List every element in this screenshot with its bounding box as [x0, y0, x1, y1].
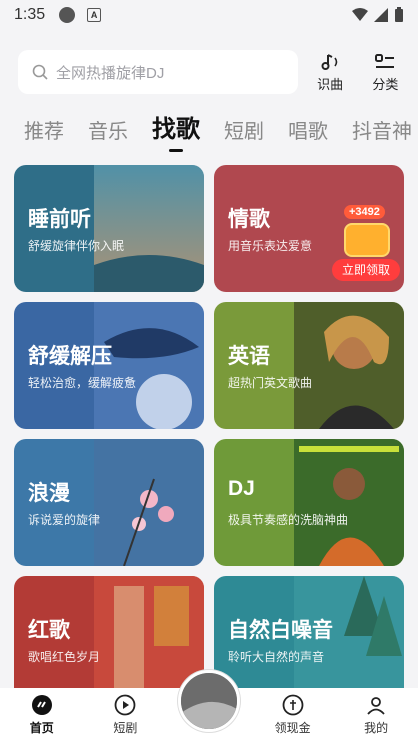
card-relax[interactable]: 舒缓解压 轻松治愈，缓解疲惫 — [14, 302, 204, 429]
search-icon — [32, 64, 48, 80]
card-subtitle: 极具节奏感的洗脑神曲 — [228, 513, 349, 527]
song-category-grid: 睡前听 舒缓旋律伴你入眠 情歌 用音乐表达爱意 +3492 立即领取 舒缓解压 … — [14, 165, 404, 703]
recognize-label: 识曲 — [317, 76, 344, 92]
card-subtitle: 轻松治愈，缓解疲惫 — [28, 376, 137, 390]
nav-home-label: 首页 — [29, 721, 54, 735]
wifi-icon — [352, 8, 368, 21]
card-subtitle: 聆听大自然的声音 — [228, 650, 325, 664]
card-title: 情歌 — [228, 208, 270, 231]
notification-dot-icon — [59, 7, 76, 23]
app-badge-icon: A — [87, 8, 102, 22]
card-subtitle: 用音乐表达爱意 — [228, 239, 313, 253]
reward-promo[interactable]: +3492 立即领取 — [332, 205, 402, 283]
music-recognize-icon — [321, 53, 338, 70]
tab-recommend[interactable]: 推荐 — [24, 115, 64, 144]
status-bar: 1:35 A — [0, 0, 418, 30]
play-icon — [114, 694, 136, 716]
flower-art-icon — [94, 439, 204, 566]
card-title: 浪漫 — [28, 482, 70, 505]
card-dj[interactable]: DJ 极具节奏感的洗脑神曲 — [214, 439, 404, 566]
card-title: 舒缓解压 — [28, 345, 112, 368]
nav-earn-label: 领现金 — [274, 721, 311, 735]
card-subtitle: 歌唱红色岁月 — [28, 650, 101, 664]
card-title: 英语 — [228, 345, 270, 368]
tab-douyin[interactable]: 抖音神 — [352, 115, 412, 144]
status-time: 1:35 — [14, 6, 46, 23]
card-romance[interactable]: 浪漫 诉说爱的旋律 — [14, 439, 204, 566]
coin-icon — [282, 694, 303, 716]
nav-mine[interactable]: 我的 — [346, 694, 406, 736]
tab-sing[interactable]: 唱歌 — [288, 115, 328, 144]
search-row: 全网热播旋律DJ 识曲 分类 — [18, 50, 408, 94]
card-title: DJ — [228, 477, 255, 500]
category-label: 分类 — [372, 76, 399, 92]
reward-amount: +3492 — [344, 205, 385, 219]
album-cover-icon — [181, 673, 237, 729]
card-love-song[interactable]: 情歌 用音乐表达爱意 +3492 立即领取 — [214, 165, 404, 292]
tab-short-drama[interactable]: 短剧 — [224, 115, 264, 144]
moon-art-icon — [94, 165, 204, 292]
card-english[interactable]: 英语 超热门英文歌曲 — [214, 302, 404, 429]
search-input[interactable]: 全网热播旋律DJ — [18, 50, 298, 94]
disco-art-icon — [294, 439, 404, 566]
nav-earn[interactable]: 领现金 — [263, 694, 323, 736]
card-sleep[interactable]: 睡前听 舒缓旋律伴你入眠 — [14, 165, 204, 292]
claim-now-button[interactable]: 立即领取 — [332, 259, 400, 281]
category-icon — [375, 53, 395, 68]
card-subtitle: 诉说爱的旋律 — [28, 513, 101, 527]
category-button[interactable]: 分类 — [363, 52, 408, 93]
battery-icon — [395, 7, 403, 22]
recognize-button[interactable]: 识曲 — [308, 52, 353, 93]
user-icon — [367, 697, 385, 715]
card-title: 自然白噪音 — [228, 619, 333, 642]
treasure-chest-icon — [344, 223, 390, 257]
tab-find-song[interactable]: 找歌 — [152, 109, 200, 152]
card-subtitle: 舒缓旋律伴你入眠 — [28, 239, 125, 253]
tab-music[interactable]: 音乐 — [88, 115, 128, 144]
card-white-noise[interactable]: 自然白噪音 聆听大自然的声音 — [214, 576, 404, 703]
card-title: 红歌 — [28, 619, 70, 642]
now-playing-disc[interactable] — [178, 670, 240, 732]
nav-home[interactable]: 首页 — [12, 694, 72, 736]
nav-short-drama[interactable]: 短剧 — [95, 694, 155, 736]
nav-short-drama-label: 短剧 — [113, 721, 138, 735]
card-red-song[interactable]: 红歌 歌唱红色岁月 — [14, 576, 204, 703]
category-tabs: 推荐 音乐 找歌 短剧 唱歌 抖音神 — [24, 104, 418, 152]
signal-icon — [374, 8, 388, 22]
nav-mine-label: 我的 — [364, 721, 389, 735]
search-placeholder: 全网热播旋律DJ — [56, 64, 165, 82]
home-icon — [31, 695, 52, 715]
card-title: 睡前听 — [28, 208, 91, 231]
singer-art-icon — [294, 302, 404, 429]
status-icons — [352, 7, 404, 23]
card-subtitle: 超热门英文歌曲 — [228, 376, 313, 390]
